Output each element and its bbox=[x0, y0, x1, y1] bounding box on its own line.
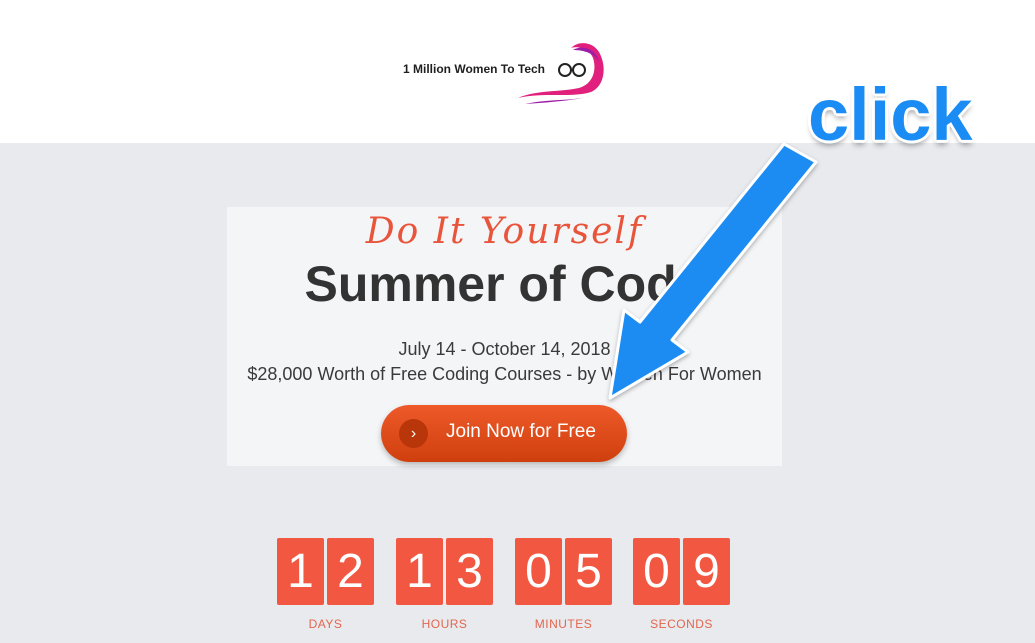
countdown-digit: 0 bbox=[633, 538, 680, 605]
countdown-digit: 2 bbox=[327, 538, 374, 605]
countdown-label: SECONDS bbox=[650, 617, 713, 631]
hero-card: Do It Yourself Summer of Code July 14 - … bbox=[227, 207, 782, 466]
site-logo[interactable]: 1 Million Women To Tech bbox=[398, 36, 618, 108]
countdown-label: HOURS bbox=[421, 617, 468, 631]
click-annotation: click bbox=[808, 73, 973, 156]
hero-subtitle: $28,000 Worth of Free Coding Courses - b… bbox=[247, 364, 762, 384]
hero-tagline: Do It Yourself bbox=[365, 211, 644, 252]
hero-title: Summer of Code bbox=[304, 256, 705, 312]
countdown-digit: 1 bbox=[277, 538, 324, 605]
countdown-digit: 9 bbox=[683, 538, 730, 605]
join-now-button[interactable]: › Join Now for Free bbox=[381, 405, 627, 462]
countdown-label: DAYS bbox=[308, 617, 343, 631]
logo-hair-glasses-icon bbox=[518, 43, 604, 104]
countdown-digit: 1 bbox=[396, 538, 443, 605]
countdown-digit: 0 bbox=[515, 538, 562, 605]
countdown-digit: 3 bbox=[446, 538, 493, 605]
countdown-digit: 5 bbox=[565, 538, 612, 605]
countdown-label: MINUTES bbox=[534, 617, 593, 631]
event-dates: July 14 - October 14, 2018 bbox=[398, 339, 611, 359]
join-now-label: Join Now for Free bbox=[446, 421, 596, 442]
chevron-right-icon: › bbox=[399, 419, 428, 448]
